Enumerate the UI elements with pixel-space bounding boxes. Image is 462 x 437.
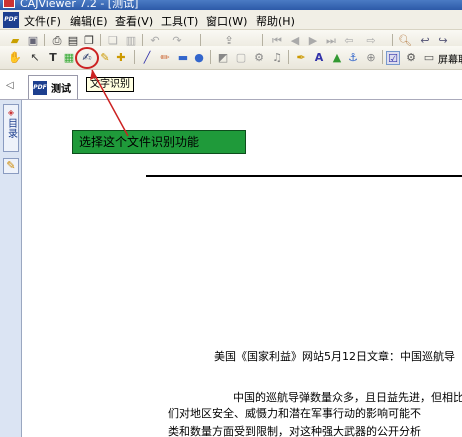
menu-window[interactable]: 窗口(W) xyxy=(206,13,247,29)
document-rule xyxy=(146,175,462,177)
tools-toolbar: ✋ ↖ T ▦ ✍ ✎ ✚ ╱ ✏ ▬ ● ◩ ▢ ⚙ ♫ ✒ A ▲ ⚓ ⊕ … xyxy=(0,46,462,70)
settings-icon[interactable]: ⚙ xyxy=(404,51,418,65)
menu-help[interactable]: 帮助(H) xyxy=(256,13,295,29)
text-select-icon[interactable]: T xyxy=(46,51,60,65)
hand-tool-icon[interactable]: ✋ xyxy=(8,51,22,65)
sound-icon[interactable]: ♫ xyxy=(270,51,284,65)
tab-label: 测试 xyxy=(51,84,71,95)
doc-line-2: 们对地区安全、威慑力和潜在军事行动的影响可能不 xyxy=(168,407,421,420)
app-icon xyxy=(3,0,15,8)
pdf-doc-icon: PDF xyxy=(33,80,47,95)
side-panel: ◈ 目录 ✎ xyxy=(0,100,22,437)
attachment-icon[interactable]: ⚙ xyxy=(252,51,266,65)
bookmark-add-icon[interactable]: ✚ xyxy=(114,51,128,65)
anchor-icon[interactable]: ⚓ xyxy=(346,51,360,65)
tab-test[interactable]: PDF 测试 xyxy=(28,75,78,99)
toc-icon: ◈ xyxy=(7,108,15,117)
title-bar: CAJViewer 7.2 - [测试] xyxy=(0,0,462,10)
highlight-icon[interactable]: ✎ xyxy=(98,51,112,65)
screenshot-icon[interactable]: ▭ xyxy=(422,51,436,65)
screenshot-label[interactable]: 屏幕取 xyxy=(438,51,462,66)
toc-panel-button[interactable]: ◈ 目录 xyxy=(3,104,19,152)
eraser-icon[interactable]: ◩ xyxy=(216,51,230,65)
image-select-icon[interactable]: ▦ xyxy=(62,51,76,65)
doc-line-1: 中国的巡航导弹数量众多，且日益先进，但相比 xyxy=(233,391,462,404)
toc-label: 目录 xyxy=(5,118,17,138)
pen-icon: ✎ xyxy=(6,159,16,172)
select-arrow-icon[interactable]: ↖ xyxy=(28,51,42,65)
pencil-tool-icon[interactable]: ✏ xyxy=(158,51,172,65)
highlighter-icon[interactable]: ✒ xyxy=(294,51,308,65)
tooltip-text-recognition: 文字识别 xyxy=(86,77,134,92)
select-mode-icon[interactable]: ☑ xyxy=(386,51,400,65)
doc-line-3: 类和数量方面受到限制，对这种强大武器的公开分析 xyxy=(168,425,421,437)
doc-headline: 美国《国家利益》网站5月12日文章：中国巡航导 xyxy=(214,350,455,363)
ellipse-tool-icon[interactable]: ● xyxy=(192,51,206,65)
menu-edit[interactable]: 编辑(E) xyxy=(70,13,108,29)
annotation-panel-button[interactable]: ✎ xyxy=(3,158,19,174)
zoom-icon[interactable]: ⊕ xyxy=(364,51,378,65)
instruction-callout: 选择这个文件识别功能 xyxy=(72,130,246,154)
stamp-icon[interactable]: ▢ xyxy=(234,51,248,65)
menu-file[interactable]: 文件(F) xyxy=(24,13,61,29)
ocr-text-recognition-icon[interactable]: ✍ xyxy=(80,51,94,65)
menu-view[interactable]: 查看(V) xyxy=(115,13,153,29)
menu-tools[interactable]: 工具(T) xyxy=(161,13,198,29)
line-tool-icon[interactable]: ╱ xyxy=(140,51,154,65)
tab-scroll-left-icon[interactable]: ◁ xyxy=(6,80,14,91)
menu-bar: PDF 文件(F) 编辑(E) 查看(V) 工具(T) 窗口(W) 帮助(H) xyxy=(0,10,462,30)
rectangle-tool-icon[interactable]: ▬ xyxy=(176,51,190,65)
document-tabs: ◁ PDF 测试 xyxy=(0,72,462,100)
text-note-icon[interactable]: A xyxy=(312,51,326,65)
pdf-logo-icon: PDF xyxy=(3,12,19,28)
font-color-icon[interactable]: ▲ xyxy=(330,51,344,65)
window-title: CAJViewer 7.2 - [测试] xyxy=(20,0,139,10)
